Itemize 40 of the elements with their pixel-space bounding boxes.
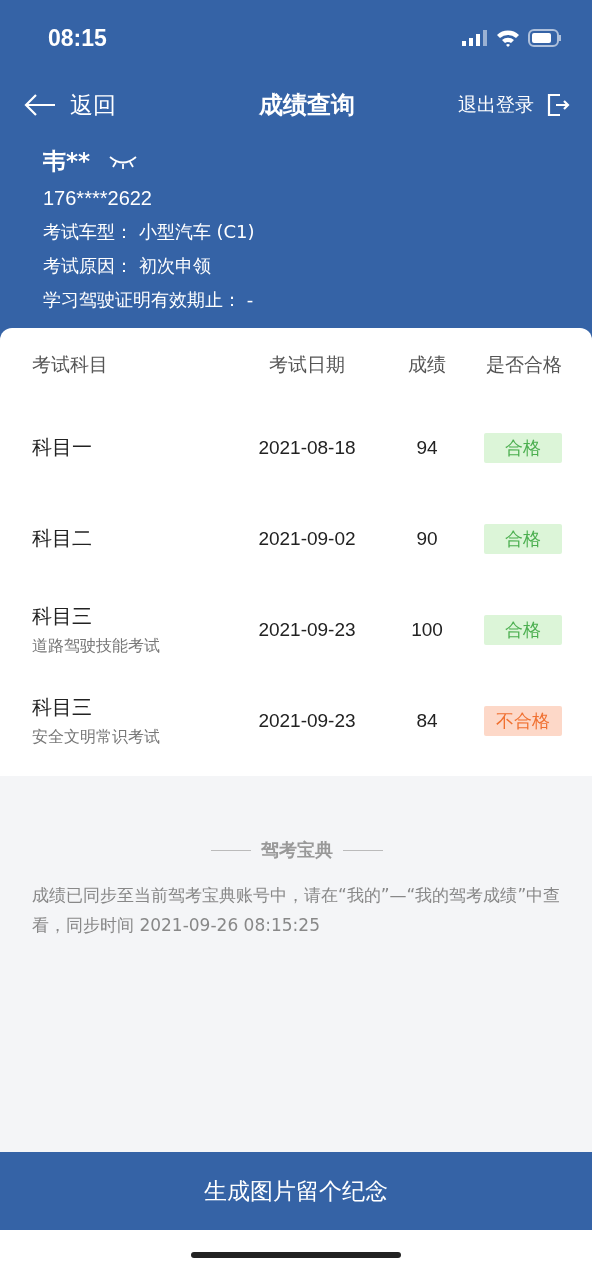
column-header: 成绩 (407, 352, 447, 377)
subject-note: 道路驾驶技能考试 (32, 635, 161, 657)
page-title: 成绩查询 (259, 90, 355, 121)
logout-button[interactable]: 退出登录 (458, 92, 570, 118)
battery-icon (528, 29, 562, 47)
result-tag: 合格 (484, 523, 562, 554)
exam-score: 94 (415, 436, 439, 459)
exam-date: 2021-08-18 (257, 436, 357, 459)
exam-date: 2021-09-02 (257, 527, 357, 550)
status-time: 08:15 (48, 24, 107, 52)
exam-date: 2021-09-23 (257, 618, 357, 641)
subject-name: 科目二 (32, 525, 93, 552)
exam-date: 2021-09-23 (257, 709, 357, 732)
logout-icon (546, 93, 570, 117)
exam-score: 84 (415, 709, 439, 732)
wifi-icon (496, 29, 520, 47)
column-header: 是否合格 (486, 352, 562, 377)
result-tag: 合格 (484, 432, 562, 463)
profile-field: 考试原因： 初次申领 (43, 254, 552, 278)
closed-eye-icon[interactable] (108, 153, 139, 170)
result-tag: 不合格 (484, 705, 562, 736)
signal-icon (462, 30, 488, 46)
profile-field: 考试车型： 小型汽车 (C1) (43, 220, 552, 244)
column-header: 考试科目 (32, 352, 109, 377)
result-tag: 合格 (484, 614, 562, 645)
profile-field: 学习驾驶证明有效期止： - (43, 288, 552, 312)
back-arrow-icon (24, 94, 56, 116)
phone-number: 176****2622 (43, 187, 153, 210)
subject-name: 科目一 (32, 434, 93, 461)
sync-note: 成绩已同步至当前驾考宝典账号中，请在“我的”—“我的驾考成绩”中查看，同步时间 2021-09-26 08:15:25 (32, 884, 562, 937)
subject-name: 科目三 (32, 602, 93, 630)
exam-score: 100 (410, 618, 444, 641)
column-header: 考试日期 (268, 352, 346, 377)
exam-score: 90 (415, 527, 439, 550)
generate-image-button[interactable]: 生成图片留个纪念 (0, 1152, 592, 1230)
back-button[interactable]: 返回 (24, 89, 116, 121)
subject-note: 安全文明常识考试 (32, 726, 161, 748)
subject-name: 科目三 (32, 693, 93, 721)
user-name: 韦** (43, 147, 91, 176)
brand-label: 驾考宝典 (261, 838, 333, 862)
